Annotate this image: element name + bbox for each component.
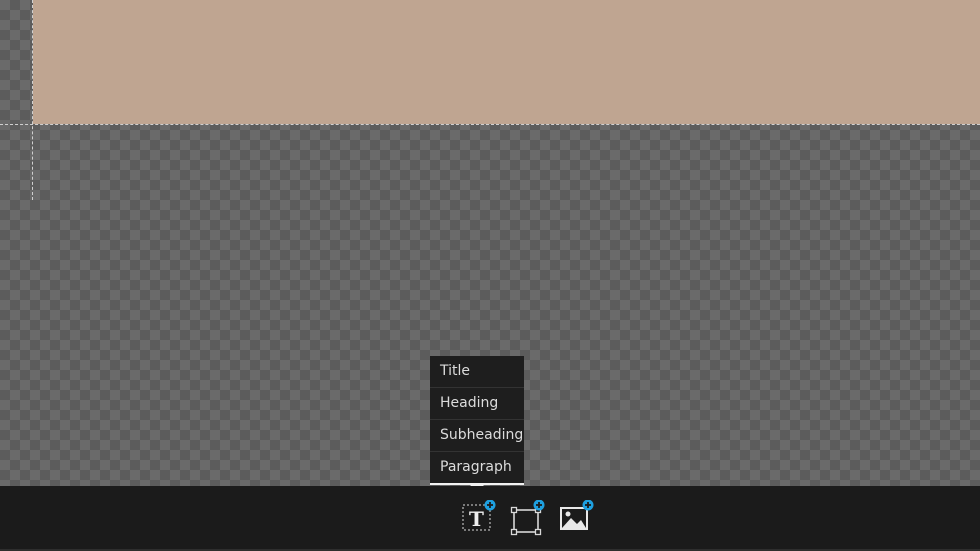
add-shape-icon: [510, 500, 545, 536]
menu-item-heading[interactable]: Heading: [430, 387, 524, 419]
add-shape-button[interactable]: [507, 500, 547, 540]
horizontal-guide: [0, 124, 980, 125]
menu-item-title[interactable]: Title: [430, 356, 524, 387]
menu-item-paragraph[interactable]: Paragraph: [430, 451, 524, 483]
svg-text:T: T: [469, 507, 484, 531]
add-text-icon: T: [462, 500, 496, 531]
menu-item-subheading[interactable]: Subheading: [430, 419, 524, 451]
vertical-guide: [32, 0, 33, 200]
add-image-button[interactable]: [556, 500, 596, 540]
bottom-toolbar: T: [0, 486, 980, 551]
add-image-icon: [560, 500, 594, 530]
add-text-button[interactable]: T: [458, 500, 498, 540]
artboard[interactable]: [33, 0, 980, 124]
text-style-menu: Title Heading Subheading Paragraph: [430, 356, 524, 485]
